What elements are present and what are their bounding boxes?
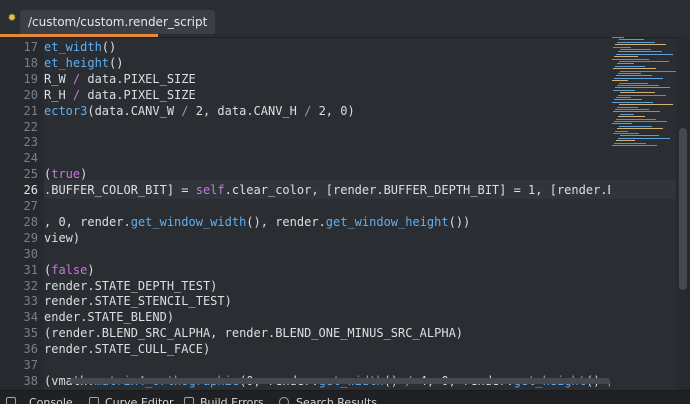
- bottom-panel-tabs: Console Curve Editor Build Errors Search…: [0, 390, 690, 404]
- line-number: 31: [23, 262, 38, 277]
- line-number: 23: [23, 135, 38, 150]
- line-number: 33: [23, 294, 38, 309]
- minimap-line: [620, 92, 655, 94]
- line-number: 36: [23, 342, 38, 357]
- minimap-line: [617, 106, 638, 108]
- line-number: 27: [23, 199, 38, 213]
- code-line[interactable]: (render.BLEND_SRC_ALPHA, render.BLEND_ON…: [44, 325, 610, 341]
- minimap-line: [614, 56, 638, 58]
- minimap-line: [617, 41, 655, 43]
- line-number: 26: [23, 183, 38, 198]
- tab-title: /custom/custom.render_script: [28, 15, 208, 29]
- minimap-line: [613, 111, 660, 113]
- minimap-line: [619, 82, 648, 84]
- code-line[interactable]: , 0, render.get_window_width(), render.g…: [44, 214, 610, 230]
- minimap-line: [616, 118, 656, 120]
- minimap-line: [615, 130, 628, 132]
- line-number-gutter: 17 18 19 20 21 22 23 24 25 26 27 28 29 30 31 32 33 34 35 36…: [0, 37, 44, 390]
- line-number: 17: [23, 40, 38, 54]
- editor-tab-bar: ✹ /custom/custom.render_script: [0, 0, 690, 38]
- minimap-line: [619, 104, 673, 106]
- minimap-line: [613, 68, 656, 70]
- minimap-line: [612, 101, 653, 103]
- minimap-line: [615, 109, 649, 110]
- minimap-line: [614, 99, 642, 101]
- horizontal-scrollbar-thumb[interactable]: [70, 378, 610, 384]
- minimap-line: [617, 63, 634, 65]
- minimap-line: [615, 65, 645, 67]
- minimap-line: [612, 145, 657, 146]
- minimap-line: [618, 116, 645, 118]
- code-line[interactable]: ender.STATE_BLEND): [44, 309, 610, 325]
- minimap-line: [618, 73, 641, 74]
- line-number: 35: [23, 326, 38, 341]
- line-number: 21: [23, 103, 38, 118]
- minimap-line: [618, 51, 662, 53]
- line-number: 29: [23, 230, 38, 245]
- tab-render-script[interactable]: /custom/custom.render_script: [20, 10, 216, 34]
- minimap-line: [616, 97, 631, 98]
- code-line[interactable]: render.STATE_DEPTH_TEST): [44, 278, 610, 294]
- minimap-line: [615, 44, 666, 46]
- code-line[interactable]: (true): [44, 166, 610, 182]
- minimap-line: [613, 46, 631, 48]
- minimap-line: [620, 135, 659, 137]
- minimap-line: [612, 123, 632, 125]
- minimap-line: [612, 58, 649, 60]
- minimap-line: [613, 133, 639, 134]
- code-line[interactable]: R_H / data.PIXEL_SIZE: [44, 87, 610, 103]
- minimap-line: [620, 49, 651, 50]
- line-number: 32: [23, 278, 38, 293]
- minimap-line: [616, 53, 673, 55]
- code-line[interactable]: .BUFFER_COLOR_BIT] = self.clear_color, […: [44, 182, 610, 198]
- line-number: 22: [23, 119, 38, 134]
- minimap[interactable]: [612, 37, 676, 157]
- minimap-line: [612, 37, 624, 38]
- code-line[interactable]: (false): [44, 262, 610, 278]
- code-line[interactable]: render.STATE_STENCIL_TEST): [44, 293, 610, 309]
- minimap-line: [616, 140, 635, 142]
- minimap-line: [619, 61, 669, 62]
- code-line[interactable]: ector3(data.CANV_W / 2, data.CANV_H / 2,…: [44, 103, 610, 119]
- line-number: 37: [23, 358, 38, 372]
- minimap-line: [614, 142, 646, 144]
- code-line[interactable]: render.STATE_CULL_FACE): [44, 341, 610, 357]
- minimap-line: [619, 39, 644, 41]
- minimap-line: [615, 87, 670, 89]
- line-number: 28: [23, 214, 38, 229]
- minimap-line: [618, 137, 670, 139]
- minimap-line: [620, 113, 634, 115]
- line-number: 19: [23, 71, 38, 86]
- minimap-line: [613, 89, 635, 91]
- line-number: 38: [23, 373, 38, 388]
- gear-icon: ✹: [7, 9, 17, 25]
- minimap-line: [616, 75, 652, 77]
- code-editor[interactable]: et_width() et_height() R_W / data.PIXEL_SI…: [44, 37, 610, 390]
- code-line[interactable]: R_W / data.PIXEL_SIZE: [44, 71, 610, 87]
- minimap-line: [620, 70, 676, 72]
- minimap-line: [614, 77, 663, 79]
- minimap-line: [618, 94, 666, 96]
- minimap-line: [617, 85, 659, 86]
- code-line[interactable]: view): [44, 230, 610, 246]
- minimap-line: [614, 121, 667, 122]
- line-number: 20: [23, 87, 38, 102]
- vertical-scrollbar-thumb[interactable]: [679, 128, 687, 290]
- line-number: 24: [23, 151, 38, 166]
- line-number: 30: [23, 246, 38, 261]
- line-number: 18: [23, 55, 38, 70]
- minimap-line: [619, 125, 652, 127]
- code-line[interactable]: et_width(): [44, 39, 610, 55]
- minimap-line: [612, 80, 628, 82]
- line-number: 25: [23, 167, 38, 182]
- minimap-line: [617, 128, 663, 130]
- code-line[interactable]: et_height(): [44, 55, 610, 71]
- line-number: 34: [23, 310, 38, 325]
